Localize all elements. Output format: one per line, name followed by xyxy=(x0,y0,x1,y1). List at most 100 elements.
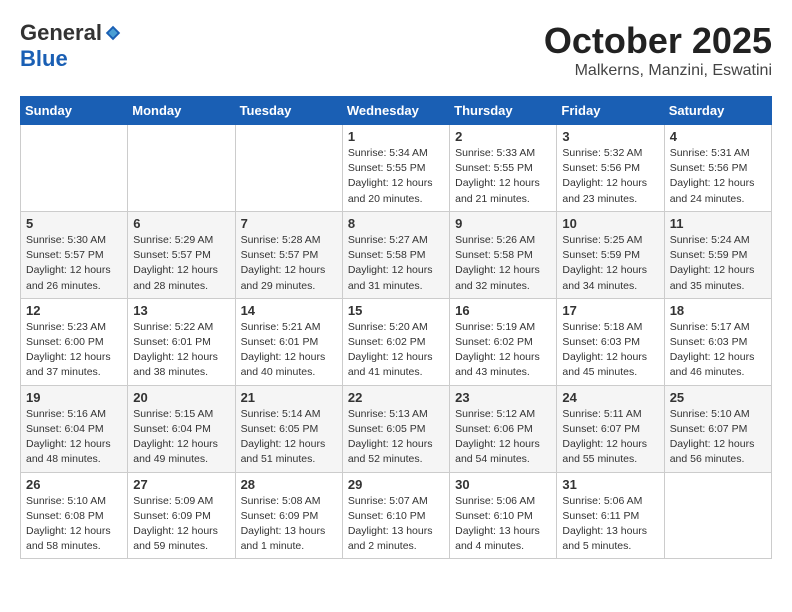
day-number: 7 xyxy=(241,216,337,231)
calendar-week-row: 1Sunrise: 5:34 AM Sunset: 5:55 PM Daylig… xyxy=(21,125,772,212)
day-number: 25 xyxy=(670,390,766,405)
day-info: Sunrise: 5:30 AM Sunset: 5:57 PM Dayligh… xyxy=(26,233,122,294)
calendar-day-cell: 13 Sunrise: 5:22 AM Sunset: 6:01 PM Dayli… xyxy=(128,298,235,385)
day-info: Sunrise: 5:29 AM Sunset: 5:57 PM Dayligh… xyxy=(133,233,229,294)
day-number: 17 xyxy=(562,303,658,318)
day-of-week-header: Saturday xyxy=(664,97,771,125)
calendar-day-cell: 3 Sunrise: 5:32 AM Sunset: 5:56 PM Daylig… xyxy=(557,125,664,212)
day-info: Sunrise: 5:31 AM Sunset: 5:56 PM Dayligh… xyxy=(670,146,766,207)
day-number: 14 xyxy=(241,303,337,318)
day-info: Sunrise: 5:19 AM Sunset: 6:02 PM Dayligh… xyxy=(455,320,551,381)
calendar-week-row: 5Sunrise: 5:30 AM Sunset: 5:57 PM Daylig… xyxy=(21,211,772,298)
page-header: General Blue October 2025 Malkerns, Manz… xyxy=(20,20,772,80)
day-info: Sunrise: 5:14 AM Sunset: 6:05 PM Dayligh… xyxy=(241,407,337,468)
day-number: 16 xyxy=(455,303,551,318)
calendar-day-cell: 26 Sunrise: 5:10 AM Sunset: 6:08 PM Dayli… xyxy=(21,472,128,559)
day-info: Sunrise: 5:07 AM Sunset: 6:10 PM Dayligh… xyxy=(348,494,444,555)
day-info: Sunrise: 5:20 AM Sunset: 6:02 PM Dayligh… xyxy=(348,320,444,381)
logo: General Blue xyxy=(20,20,122,72)
calendar-day-cell: 11 Sunrise: 5:24 AM Sunset: 5:59 PM Dayli… xyxy=(664,211,771,298)
calendar-day-cell: 29Sunrise: 5:07 AM Sunset: 6:10 PM Dayli… xyxy=(342,472,449,559)
calendar-day-cell: 10 Sunrise: 5:25 AM Sunset: 5:59 PM Dayli… xyxy=(557,211,664,298)
day-info: Sunrise: 5:26 AM Sunset: 5:58 PM Dayligh… xyxy=(455,233,551,294)
logo-general-text: General xyxy=(20,20,102,46)
day-number: 8 xyxy=(348,216,444,231)
day-info: Sunrise: 5:12 AM Sunset: 6:06 PM Dayligh… xyxy=(455,407,551,468)
calendar-day-cell xyxy=(21,125,128,212)
day-info: Sunrise: 5:22 AM Sunset: 6:01 PM Dayligh… xyxy=(133,320,229,381)
calendar-day-cell: 19 Sunrise: 5:16 AM Sunset: 6:04 PM Dayli… xyxy=(21,385,128,472)
day-number: 21 xyxy=(241,390,337,405)
day-number: 9 xyxy=(455,216,551,231)
day-info: Sunrise: 5:09 AM Sunset: 6:09 PM Dayligh… xyxy=(133,494,229,555)
logo-blue-text: Blue xyxy=(20,46,68,72)
calendar-week-row: 19 Sunrise: 5:16 AM Sunset: 6:04 PM Dayli… xyxy=(21,385,772,472)
calendar-day-cell: 17 Sunrise: 5:18 AM Sunset: 6:03 PM Dayli… xyxy=(557,298,664,385)
day-number: 6 xyxy=(133,216,229,231)
day-info: Sunrise: 5:08 AM Sunset: 6:09 PM Dayligh… xyxy=(241,494,337,555)
day-number: 13 xyxy=(133,303,229,318)
calendar-header-row: SundayMondayTuesdayWednesdayThursdayFrid… xyxy=(21,97,772,125)
calendar-day-cell: 9 Sunrise: 5:26 AM Sunset: 5:58 PM Daylig… xyxy=(450,211,557,298)
day-number: 3 xyxy=(562,129,658,144)
calendar-day-cell: 18 Sunrise: 5:17 AM Sunset: 6:03 PM Dayli… xyxy=(664,298,771,385)
day-info: Sunrise: 5:10 AM Sunset: 6:08 PM Dayligh… xyxy=(26,494,122,555)
day-number: 12 xyxy=(26,303,122,318)
day-number: 27 xyxy=(133,477,229,492)
calendar-day-cell: 31Sunrise: 5:06 AM Sunset: 6:11 PM Dayli… xyxy=(557,472,664,559)
day-number: 2 xyxy=(455,129,551,144)
day-of-week-header: Wednesday xyxy=(342,97,449,125)
calendar-day-cell: 6 Sunrise: 5:29 AM Sunset: 5:57 PM Daylig… xyxy=(128,211,235,298)
day-number: 10 xyxy=(562,216,658,231)
logo-icon xyxy=(104,24,122,42)
day-info: Sunrise: 5:28 AM Sunset: 5:57 PM Dayligh… xyxy=(241,233,337,294)
calendar-day-cell: 25Sunrise: 5:10 AM Sunset: 6:07 PM Dayli… xyxy=(664,385,771,472)
calendar-day-cell: 20Sunrise: 5:15 AM Sunset: 6:04 PM Dayli… xyxy=(128,385,235,472)
calendar-day-cell: 22Sunrise: 5:13 AM Sunset: 6:05 PM Dayli… xyxy=(342,385,449,472)
day-info: Sunrise: 5:24 AM Sunset: 5:59 PM Dayligh… xyxy=(670,233,766,294)
calendar-day-cell: 21 Sunrise: 5:14 AM Sunset: 6:05 PM Dayli… xyxy=(235,385,342,472)
calendar-day-cell: 30 Sunrise: 5:06 AM Sunset: 6:10 PM Dayli… xyxy=(450,472,557,559)
day-number: 31 xyxy=(562,477,658,492)
day-info: Sunrise: 5:18 AM Sunset: 6:03 PM Dayligh… xyxy=(562,320,658,381)
day-number: 28 xyxy=(241,477,337,492)
day-of-week-header: Tuesday xyxy=(235,97,342,125)
day-number: 11 xyxy=(670,216,766,231)
calendar-day-cell: 8Sunrise: 5:27 AM Sunset: 5:58 PM Daylig… xyxy=(342,211,449,298)
day-number: 23 xyxy=(455,390,551,405)
calendar-table: SundayMondayTuesdayWednesdayThursdayFrid… xyxy=(20,96,772,559)
calendar-day-cell: 7 Sunrise: 5:28 AM Sunset: 5:57 PM Daylig… xyxy=(235,211,342,298)
day-number: 30 xyxy=(455,477,551,492)
calendar-day-cell: 2 Sunrise: 5:33 AM Sunset: 5:55 PM Daylig… xyxy=(450,125,557,212)
day-info: Sunrise: 5:17 AM Sunset: 6:03 PM Dayligh… xyxy=(670,320,766,381)
calendar-day-cell: 12 Sunrise: 5:23 AM Sunset: 6:00 PM Dayli… xyxy=(21,298,128,385)
calendar-day-cell: 24Sunrise: 5:11 AM Sunset: 6:07 PM Dayli… xyxy=(557,385,664,472)
day-number: 18 xyxy=(670,303,766,318)
day-number: 26 xyxy=(26,477,122,492)
calendar-day-cell: 15Sunrise: 5:20 AM Sunset: 6:02 PM Dayli… xyxy=(342,298,449,385)
day-info: Sunrise: 5:23 AM Sunset: 6:00 PM Dayligh… xyxy=(26,320,122,381)
day-of-week-header: Sunday xyxy=(21,97,128,125)
day-info: Sunrise: 5:15 AM Sunset: 6:04 PM Dayligh… xyxy=(133,407,229,468)
calendar-day-cell: 14Sunrise: 5:21 AM Sunset: 6:01 PM Dayli… xyxy=(235,298,342,385)
calendar-day-cell xyxy=(128,125,235,212)
calendar-day-cell: 4 Sunrise: 5:31 AM Sunset: 5:56 PM Daylig… xyxy=(664,125,771,212)
calendar-day-cell: 5Sunrise: 5:30 AM Sunset: 5:57 PM Daylig… xyxy=(21,211,128,298)
location: Malkerns, Manzini, Eswatini xyxy=(544,62,772,80)
title-section: October 2025 Malkerns, Manzini, Eswatini xyxy=(544,20,772,80)
calendar-day-cell: 27 Sunrise: 5:09 AM Sunset: 6:09 PM Dayli… xyxy=(128,472,235,559)
day-info: Sunrise: 5:06 AM Sunset: 6:10 PM Dayligh… xyxy=(455,494,551,555)
day-info: Sunrise: 5:16 AM Sunset: 6:04 PM Dayligh… xyxy=(26,407,122,468)
day-info: Sunrise: 5:13 AM Sunset: 6:05 PM Dayligh… xyxy=(348,407,444,468)
day-info: Sunrise: 5:34 AM Sunset: 5:55 PM Dayligh… xyxy=(348,146,444,207)
calendar-day-cell: 1Sunrise: 5:34 AM Sunset: 5:55 PM Daylig… xyxy=(342,125,449,212)
day-info: Sunrise: 5:33 AM Sunset: 5:55 PM Dayligh… xyxy=(455,146,551,207)
day-of-week-header: Thursday xyxy=(450,97,557,125)
day-number: 19 xyxy=(26,390,122,405)
day-number: 4 xyxy=(670,129,766,144)
day-number: 24 xyxy=(562,390,658,405)
calendar-day-cell xyxy=(235,125,342,212)
day-info: Sunrise: 5:25 AM Sunset: 5:59 PM Dayligh… xyxy=(562,233,658,294)
day-of-week-header: Friday xyxy=(557,97,664,125)
day-info: Sunrise: 5:32 AM Sunset: 5:56 PM Dayligh… xyxy=(562,146,658,207)
